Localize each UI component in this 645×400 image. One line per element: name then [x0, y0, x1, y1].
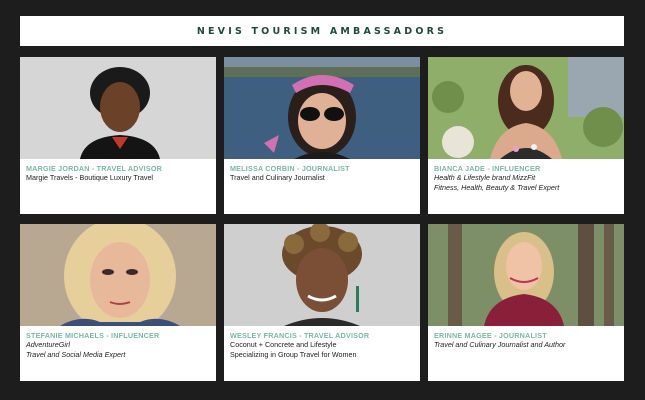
title-banner: NEVIS TOURISM AMBASSADORS	[20, 16, 624, 46]
ambassador-detail: Health & Lifestyle brand MizzFit	[434, 173, 536, 182]
ambassador-photo	[224, 224, 420, 326]
ambassador-detail: Travel and Social Media Expert	[26, 349, 126, 359]
ambassador-caption: MELISSA CORBIN - JOURNALIST Travel and C…	[224, 159, 420, 214]
ambassador-detail: Coconut + Concrete and Lifestyle	[230, 340, 337, 349]
ambassador-title: MARGIE JORDAN - TRAVEL ADVISOR	[26, 164, 163, 173]
ambassador-detail: Travel and Culinary Journalist	[230, 173, 325, 182]
ambassador-card-melissa-corbin: MELISSA CORBIN - JOURNALIST Travel and C…	[224, 57, 420, 214]
ambassador-photo	[20, 57, 216, 159]
ambassador-photo	[428, 224, 624, 326]
ambassador-card-wesley-francis: WESLEY FRANCIS - TRAVEL ADVISOR Coconut …	[224, 224, 420, 381]
ambassador-title: STEFANIE MICHAELS - INFLUENCER	[26, 331, 160, 340]
ambassador-photo	[428, 57, 624, 159]
ambassador-detail: Margie Travels - Boutique Luxury Travel	[26, 173, 154, 182]
ambassador-detail: Travel and Culinary Journalist and Autho…	[434, 340, 566, 349]
ambassador-caption: MARGIE JORDAN - TRAVEL ADVISOR Margie Tr…	[20, 159, 216, 214]
ambassador-title: MELISSA CORBIN - JOURNALIST	[230, 164, 350, 173]
ambassador-card-erinne-magee: ERINNE MAGEE - JOURNALIST Travel and Cul…	[428, 224, 624, 381]
ambassador-detail: AdventureGirl	[26, 340, 70, 349]
ambassador-detail: Specializing in Group Travel for Women	[230, 349, 357, 359]
ambassador-detail: Fitness, Health, Beauty & Travel Expert	[434, 182, 560, 192]
ambassador-title: ERINNE MAGEE - JOURNALIST	[434, 331, 547, 340]
ambassador-caption: ERINNE MAGEE - JOURNALIST Travel and Cul…	[428, 326, 624, 381]
ambassador-caption: WESLEY FRANCIS - TRAVEL ADVISOR Coconut …	[224, 326, 420, 381]
ambassador-card-margie-jordan: MARGIE JORDAN - TRAVEL ADVISOR Margie Tr…	[20, 57, 216, 214]
ambassador-title: BIANCA JADE - INFLUENCER	[434, 164, 541, 173]
ambassador-caption: STEFANIE MICHAELS - INFLUENCER Adventure…	[20, 326, 216, 381]
ambassador-card-bianca-jade: BIANCA JADE - INFLUENCER Health & Lifest…	[428, 57, 624, 214]
ambassador-caption: BIANCA JADE - INFLUENCER Health & Lifest…	[428, 159, 624, 214]
ambassador-photo	[224, 57, 420, 159]
page-title: NEVIS TOURISM AMBASSADORS	[196, 25, 448, 37]
ambassador-photo	[20, 224, 216, 326]
ambassador-title: WESLEY FRANCIS - TRAVEL ADVISOR	[230, 331, 370, 340]
ambassador-card-stefanie-michaels: STEFANIE MICHAELS - INFLUENCER Adventure…	[20, 224, 216, 381]
